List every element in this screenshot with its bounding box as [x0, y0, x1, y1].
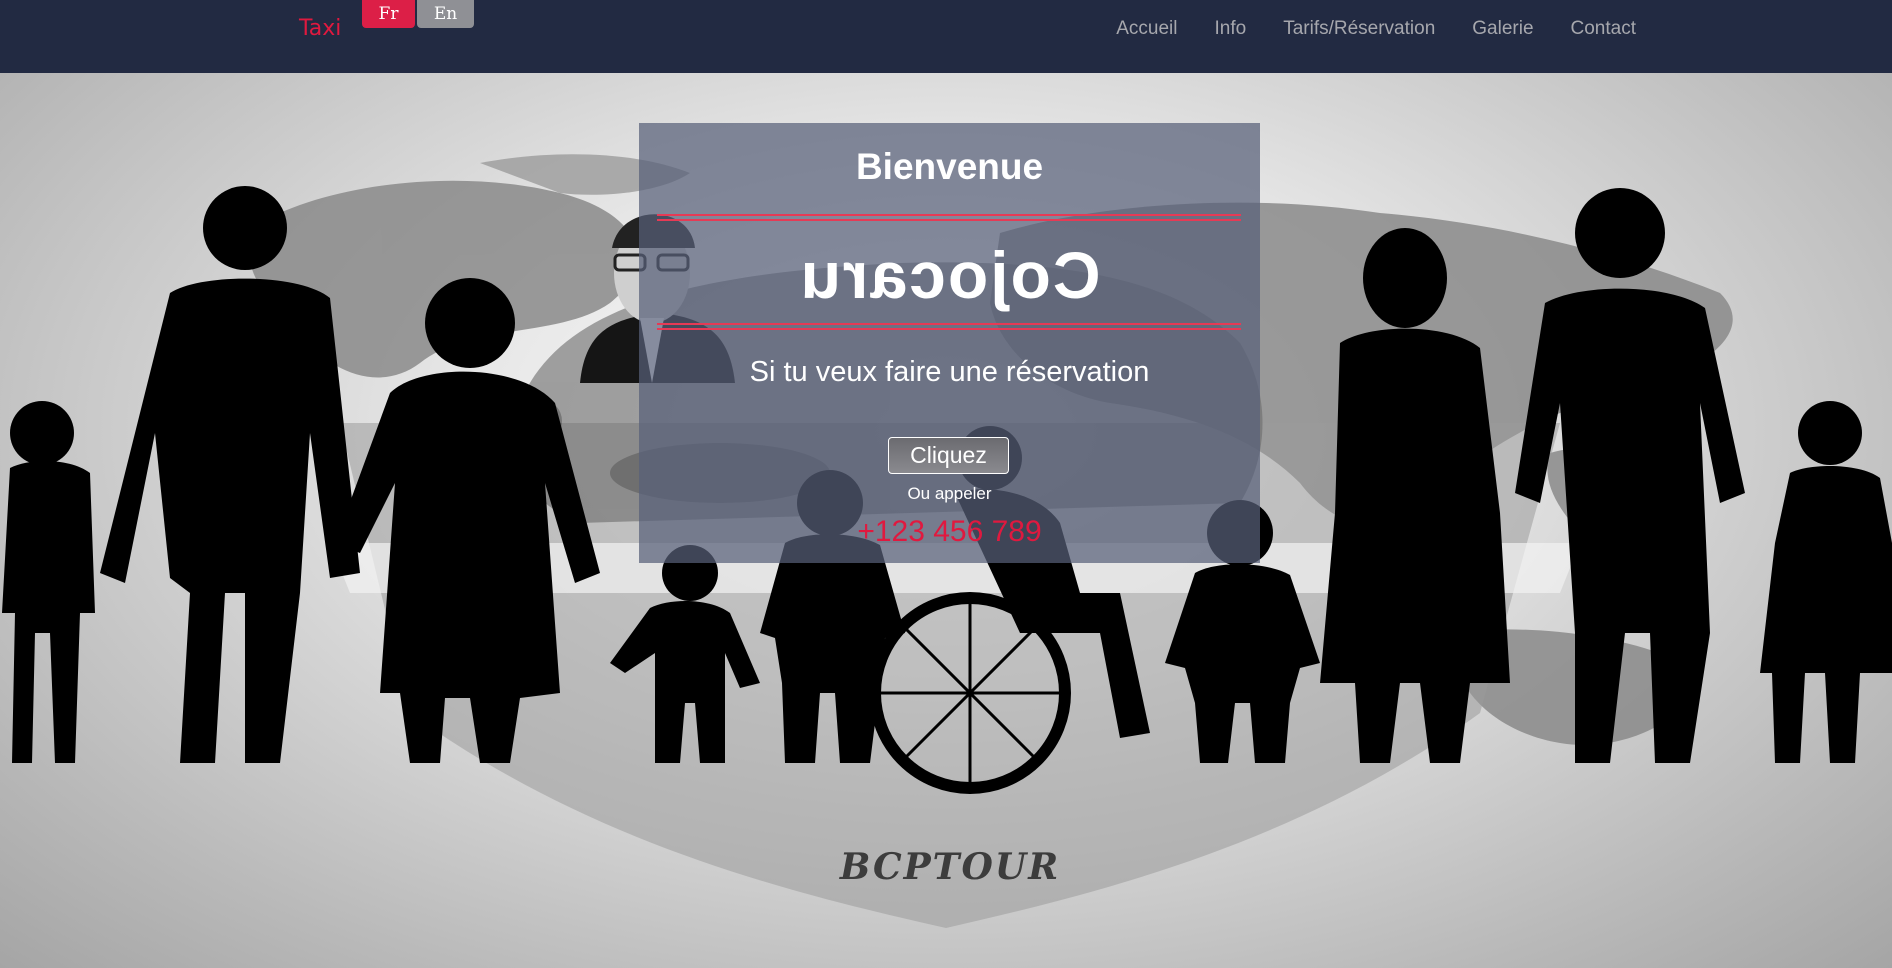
nav-link-accueil[interactable]: Accueil — [1116, 18, 1177, 40]
divider-top — [657, 214, 1241, 221]
reservation-cta-button[interactable]: Cliquez — [888, 437, 1009, 474]
brand-link[interactable]: Taxi — [299, 16, 341, 41]
nav-link-galerie[interactable]: Galerie — [1472, 18, 1533, 40]
or-call-label: Ou appeler — [907, 484, 992, 503]
nav-link-tarifs-reservation[interactable]: Tarifs/Réservation — [1283, 18, 1435, 40]
language-fr-button[interactable]: Fr — [362, 0, 415, 28]
bcptour-logo-text: BCPTOUR — [839, 846, 1060, 888]
reservation-prompt: Si tu veux faire une réservation — [749, 356, 1150, 388]
top-navbar: Taxi Fr En Accueil Info Tarifs/Réservati… — [0, 0, 1892, 73]
language-en-button[interactable]: En — [417, 0, 474, 28]
divider-bottom — [657, 323, 1241, 330]
welcome-heading: Bienvenue — [855, 146, 1044, 187]
hero-section: BCPTOUR Bienvenue Cojocaru Si tu veux fa… — [0, 73, 1892, 968]
nav-menu: Accueil Info Tarifs/Réservation Galerie … — [1116, 18, 1636, 40]
welcome-panel: Bienvenue Cojocaru Si tu veux faire une … — [639, 123, 1260, 563]
company-name: Cojocaru — [798, 238, 1101, 312]
phone-number-link[interactable]: +123 456 789 — [639, 515, 1260, 549]
nav-link-info[interactable]: Info — [1215, 18, 1247, 40]
nav-link-contact[interactable]: Contact — [1571, 18, 1636, 40]
